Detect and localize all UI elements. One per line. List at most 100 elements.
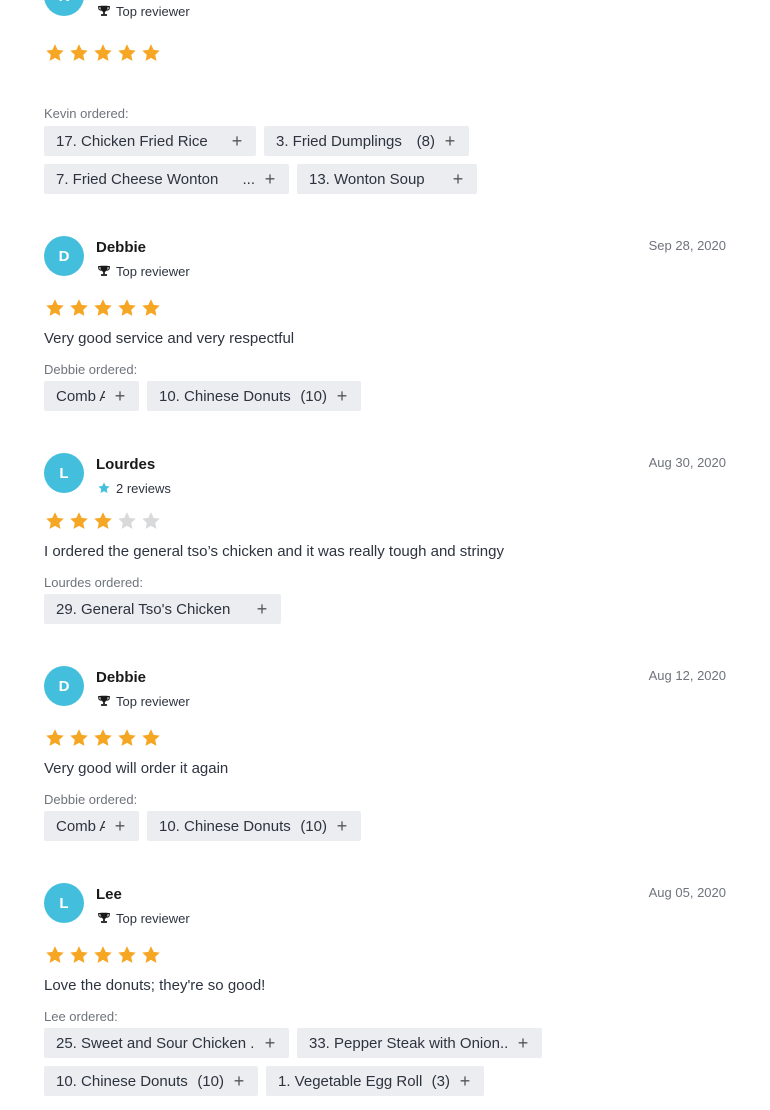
add-icon[interactable]: + <box>335 387 349 405</box>
rating-stars <box>44 727 162 749</box>
star-filled-icon <box>46 299 64 316</box>
item-label: 1. Vegetable Egg Roll <box>278 1072 423 1090</box>
ordered-item-chip[interactable]: 3. Fried Dumplings (8) + <box>264 126 469 156</box>
add-icon[interactable]: + <box>113 817 127 835</box>
item-quantity: (3) <box>431 1072 450 1090</box>
item-quantity: (8) <box>416 132 435 150</box>
rating-stars <box>44 42 162 64</box>
ordered-label: Kevin ordered: <box>44 106 129 121</box>
add-icon[interactable]: + <box>255 600 269 618</box>
star-filled-icon <box>70 299 88 316</box>
reviewer-name[interactable]: Lee <box>96 886 122 903</box>
star-filled-icon <box>46 729 64 746</box>
star-filled-icon <box>94 44 112 61</box>
add-icon[interactable]: + <box>335 817 349 835</box>
star-filled-icon <box>94 299 112 316</box>
item-label: 10. Chinese Donuts <box>159 387 291 405</box>
ordered-item-chip[interactable]: 7. Fried Cheese Wonton ... + <box>44 164 289 194</box>
add-icon[interactable]: + <box>232 1072 246 1090</box>
reviewer-name[interactable]: Lourdes <box>96 456 155 473</box>
badge-label: 2 reviews <box>116 480 171 496</box>
item-label: 25. Sweet and Sour Chicken ... <box>56 1034 255 1052</box>
add-icon[interactable]: + <box>451 170 465 188</box>
review-date: Aug 12, 2020 <box>648 668 726 683</box>
reviewer-badge: Top reviewer <box>96 263 190 279</box>
star-filled-icon <box>118 299 136 316</box>
ordered-item-chip[interactable]: 29. General Tso's Chicken + <box>44 594 281 624</box>
ordered-item-chip[interactable]: 17. Chicken Fried Rice + <box>44 126 256 156</box>
trophy-icon <box>96 263 112 279</box>
trophy-icon <box>96 3 112 19</box>
avatar: L <box>44 883 84 923</box>
ordered-item-chip[interactable]: Comb A + <box>44 811 139 841</box>
item-label: 10. Chinese Donuts <box>56 1072 188 1090</box>
ordered-label: Lee ordered: <box>44 1009 118 1024</box>
review-text: Very good will order it again <box>44 760 229 777</box>
star-filled-icon <box>46 512 64 529</box>
ordered-item-chip[interactable]: 25. Sweet and Sour Chicken ... + <box>44 1028 289 1058</box>
star-empty-icon <box>142 512 160 529</box>
reviewer-badge: Top reviewer <box>96 910 190 926</box>
ordered-item-chip[interactable]: 1. Vegetable Egg Roll (3) + <box>266 1066 484 1096</box>
item-label: Comb A <box>56 817 105 835</box>
reviewer-name[interactable]: Debbie <box>96 239 146 256</box>
add-icon[interactable]: + <box>113 387 127 405</box>
ordered-label: Debbie ordered: <box>44 362 138 377</box>
reviewer-name[interactable]: Debbie <box>96 669 146 686</box>
review-text: I ordered the general tso’s chicken and … <box>44 543 504 560</box>
ordered-item-chip[interactable]: 10. Chinese Donuts (10) + <box>147 381 361 411</box>
item-label: Comb A <box>56 387 105 405</box>
trophy-icon <box>96 910 112 926</box>
star-filled-icon <box>142 946 160 963</box>
rating-stars <box>44 510 162 532</box>
star-filled-icon <box>46 44 64 61</box>
reviewer-badge: Top reviewer <box>96 3 190 19</box>
item-label: 33. Pepper Steak with Onion... <box>309 1034 508 1052</box>
avatar: L <box>44 453 84 493</box>
star-empty-icon <box>118 512 136 529</box>
add-icon[interactable]: + <box>263 170 277 188</box>
ordered-label: Debbie ordered: <box>44 792 138 807</box>
star-icon <box>96 480 112 496</box>
add-icon[interactable]: + <box>230 132 244 150</box>
rating-stars <box>44 297 162 319</box>
star-filled-icon <box>46 946 64 963</box>
add-icon[interactable]: + <box>458 1072 472 1090</box>
review-date: Sep 28, 2020 <box>648 238 726 253</box>
rating-stars <box>44 944 162 966</box>
star-filled-icon <box>94 512 112 529</box>
item-label: 7. Fried Cheese Wonton <box>56 170 219 188</box>
star-filled-icon <box>94 946 112 963</box>
item-quantity: ... <box>242 170 255 188</box>
item-label: 17. Chicken Fried Rice <box>56 132 208 150</box>
trophy-icon <box>96 693 112 709</box>
avatar: D <box>44 236 84 276</box>
star-filled-icon <box>70 44 88 61</box>
badge-label: Top reviewer <box>116 693 190 709</box>
badge-label: Top reviewer <box>116 910 190 926</box>
ordered-label: Lourdes ordered: <box>44 575 144 590</box>
item-quantity: (10) <box>197 1072 224 1090</box>
item-label: 10. Chinese Donuts <box>159 817 291 835</box>
add-icon[interactable]: + <box>263 1034 277 1052</box>
ordered-item-chip[interactable]: 33. Pepper Steak with Onion... + <box>297 1028 542 1058</box>
star-filled-icon <box>118 946 136 963</box>
star-filled-icon <box>142 44 160 61</box>
review-date: Aug 30, 2020 <box>648 455 726 470</box>
ordered-item-chip[interactable]: 10. Chinese Donuts (10) + <box>147 811 361 841</box>
review-date: Aug 05, 2020 <box>648 885 726 900</box>
item-label: 13. Wonton Soup <box>309 170 425 188</box>
star-filled-icon <box>94 729 112 746</box>
badge-label: Top reviewer <box>116 263 190 279</box>
ordered-item-chip[interactable]: 13. Wonton Soup + <box>297 164 477 194</box>
reviewer-badge: Top reviewer <box>96 693 190 709</box>
add-icon[interactable]: + <box>443 132 457 150</box>
star-filled-icon <box>70 512 88 529</box>
add-icon[interactable]: + <box>516 1034 530 1052</box>
item-quantity: (10) <box>300 387 327 405</box>
ordered-item-chip[interactable]: Comb A + <box>44 381 139 411</box>
star-filled-icon <box>70 729 88 746</box>
star-filled-icon <box>142 299 160 316</box>
item-label: 29. General Tso's Chicken <box>56 600 231 618</box>
ordered-item-chip[interactable]: 10. Chinese Donuts (10) + <box>44 1066 258 1096</box>
